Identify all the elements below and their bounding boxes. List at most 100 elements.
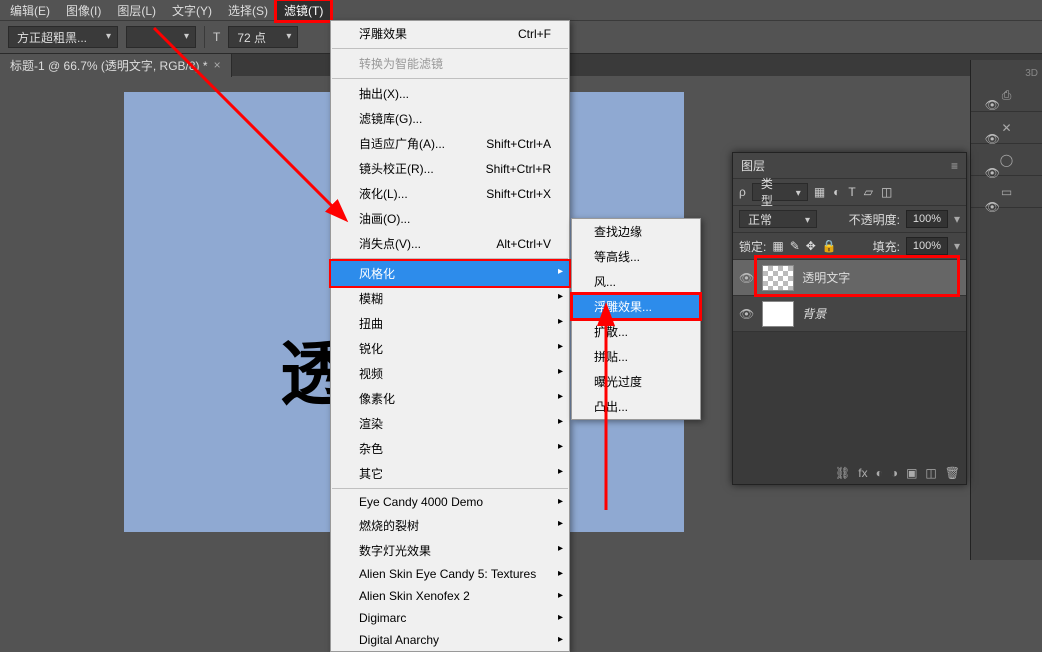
- eye-icon[interactable]: 👁: [985, 98, 1000, 112]
- layers-footer: ⛓ fx ◐ ◑ ▣ ◫ 🗑: [733, 462, 966, 484]
- menu-type[interactable]: 文字(Y): [164, 0, 220, 21]
- dock-3d-label: 3D: [1025, 68, 1038, 79]
- divider: [204, 26, 205, 48]
- menu-item-vanishing-point[interactable]: 消失点(V)...Alt+Ctrl+V: [331, 231, 569, 256]
- chevron-down-icon[interactable]: ▾: [954, 239, 960, 253]
- adjust-icon[interactable]: ◑: [891, 466, 898, 480]
- panel-menu-icon[interactable]: ≡: [951, 159, 958, 173]
- font-size-combo[interactable]: 72 点: [228, 26, 298, 48]
- group-icon[interactable]: ▣: [906, 466, 917, 480]
- menu-item-digitalanarchy[interactable]: Digital Anarchy: [331, 629, 569, 651]
- eye-icon[interactable]: 👁: [985, 166, 1000, 180]
- lock-paint-icon[interactable]: ✎: [790, 239, 800, 253]
- filter-adjust-icon[interactable]: ◐: [833, 185, 840, 199]
- menu-item-stylize[interactable]: 风格化: [331, 261, 569, 286]
- eye-icon[interactable]: 👁: [739, 307, 754, 321]
- layers-panel-title: 图层: [741, 157, 765, 174]
- dock-btn-3[interactable]: ◯: [971, 144, 1042, 176]
- menu-item-blur[interactable]: 模糊: [331, 286, 569, 311]
- layers-empty: [733, 332, 966, 462]
- submenu-tiles[interactable]: 拼贴...: [572, 344, 700, 369]
- filter-type-icon[interactable]: T: [848, 185, 855, 199]
- filter-pixel-icon[interactable]: ▦: [814, 185, 825, 199]
- submenu-find-edges[interactable]: 查找边缘: [572, 219, 700, 244]
- menu-item-alienskin-textures[interactable]: Alien Skin Eye Candy 5: Textures: [331, 563, 569, 585]
- eye-icon[interactable]: 👁: [985, 200, 1000, 214]
- opacity-input[interactable]: [906, 210, 948, 228]
- menu-item-oil-paint[interactable]: 油画(O)...: [331, 206, 569, 231]
- layer-thumb: [762, 265, 794, 291]
- menu-item-render[interactable]: 渲染: [331, 411, 569, 436]
- chevron-down-icon[interactable]: ▾: [954, 212, 960, 226]
- close-icon[interactable]: ×: [214, 58, 221, 72]
- menu-image[interactable]: 图像(I): [58, 0, 109, 21]
- new-layer-icon[interactable]: ◫: [925, 466, 936, 480]
- submenu-diffuse[interactable]: 扩散...: [572, 319, 700, 344]
- menu-item-burning[interactable]: 燃烧的裂树: [331, 513, 569, 538]
- menu-layer[interactable]: 图层(L): [109, 0, 164, 21]
- layer-row[interactable]: 👁 透明文字: [733, 260, 966, 296]
- lock-transparent-icon[interactable]: ▦: [772, 239, 783, 253]
- submenu-extrude[interactable]: 凸出...: [572, 394, 700, 419]
- circle-icon: ◯: [1000, 153, 1013, 167]
- dock-btn-1[interactable]: ⎙: [971, 80, 1042, 112]
- stamp-icon: ⎙: [1002, 88, 1012, 103]
- menu-filter[interactable]: 滤镜(T): [276, 0, 331, 21]
- menu-item-other[interactable]: 其它: [331, 461, 569, 486]
- filter-menu: 浮雕效果Ctrl+F 转换为智能滤镜 抽出(X)... 滤镜库(G)... 自适…: [330, 20, 570, 652]
- menu-edit[interactable]: 编辑(E): [2, 0, 58, 21]
- menu-item-sharpen[interactable]: 锐化: [331, 336, 569, 361]
- menu-item-pixelate[interactable]: 像素化: [331, 386, 569, 411]
- layers-list: 👁 透明文字 👁 背景: [733, 260, 966, 462]
- menu-item-adaptive-wide[interactable]: 自适应广角(A)...Shift+Ctrl+A: [331, 131, 569, 156]
- eye-icon[interactable]: 👁: [985, 132, 1000, 146]
- square-icon: ▭: [1001, 185, 1012, 199]
- eye-icon[interactable]: 👁: [739, 271, 754, 285]
- menu-item-digilight[interactable]: 数字灯光效果: [331, 538, 569, 563]
- menu-item-lens-correction[interactable]: 镜头校正(R)...Shift+Ctrl+R: [331, 156, 569, 181]
- menu-item-filter-gallery[interactable]: 滤镜库(G)...: [331, 106, 569, 131]
- menu-item-digimarc[interactable]: Digimarc: [331, 607, 569, 629]
- text-size-icon: T: [213, 30, 220, 44]
- dock-btn-2[interactable]: ✕: [971, 112, 1042, 144]
- menu-item-alienskin-xenofex[interactable]: Alien Skin Xenofex 2: [331, 585, 569, 607]
- fx-icon[interactable]: fx: [858, 466, 867, 480]
- document-tab[interactable]: 标题-1 @ 66.7% (透明文字, RGB/8) * ×: [0, 54, 232, 77]
- layers-panel: 图层≡ ρ 类型 ▦ ◐ T ▱ ◫ 正常 不透明度: ▾ 锁定: ▦ ✎ ✥ …: [732, 152, 967, 485]
- lock-position-icon[interactable]: ✥: [806, 239, 816, 253]
- layer-row[interactable]: 👁 背景: [733, 296, 966, 332]
- menubar: 编辑(E) 图像(I) 图层(L) 文字(Y) 选择(S) 滤镜(T) 视图(Y…: [0, 0, 1042, 20]
- filter-shape-icon[interactable]: ▱: [864, 185, 873, 199]
- opacity-label: 不透明度:: [849, 211, 900, 228]
- fill-input[interactable]: [906, 237, 948, 255]
- menu-item-liquify[interactable]: 液化(L)...Shift+Ctrl+X: [331, 181, 569, 206]
- font-family-combo[interactable]: 方正超粗黑...: [8, 26, 118, 48]
- submenu-contour[interactable]: 等高线...: [572, 244, 700, 269]
- menu-item-extract[interactable]: 抽出(X)...: [331, 81, 569, 106]
- dock-btn-4[interactable]: ▭: [971, 176, 1042, 208]
- document-tab-title: 标题-1 @ 66.7% (透明文字, RGB/8) *: [10, 57, 208, 74]
- lock-all-icon[interactable]: 🔒: [822, 239, 837, 253]
- layer-kind-combo[interactable]: 类型: [752, 183, 808, 201]
- blend-mode-combo[interactable]: 正常: [739, 210, 817, 228]
- font-style-combo[interactable]: [126, 26, 196, 48]
- link-icon[interactable]: ⛓: [835, 466, 850, 480]
- mask-icon[interactable]: ◐: [876, 466, 883, 480]
- menu-item-eyecandy[interactable]: Eye Candy 4000 Demo: [331, 491, 569, 513]
- filter-smart-icon[interactable]: ◫: [881, 185, 892, 199]
- layer-thumb: [762, 301, 794, 327]
- menu-item-distort[interactable]: 扭曲: [331, 311, 569, 336]
- menu-item-last-filter[interactable]: 浮雕效果Ctrl+F: [331, 21, 569, 46]
- menu-select[interactable]: 选择(S): [220, 0, 276, 21]
- menu-item-video[interactable]: 视频: [331, 361, 569, 386]
- tools-icon: ✕: [1001, 121, 1011, 135]
- lock-label: 锁定:: [739, 238, 766, 255]
- trash-icon[interactable]: 🗑: [945, 466, 960, 480]
- stylize-submenu: 查找边缘 等高线... 风... 浮雕效果... 扩散... 拼贴... 曝光过…: [571, 218, 701, 420]
- submenu-emboss[interactable]: 浮雕效果...: [572, 294, 700, 319]
- submenu-solarize[interactable]: 曝光过度: [572, 369, 700, 394]
- layer-name: 背景: [802, 305, 826, 322]
- menu-item-noise[interactable]: 杂色: [331, 436, 569, 461]
- submenu-wind[interactable]: 风...: [572, 269, 700, 294]
- menu-item-smart-filter[interactable]: 转换为智能滤镜: [331, 51, 569, 76]
